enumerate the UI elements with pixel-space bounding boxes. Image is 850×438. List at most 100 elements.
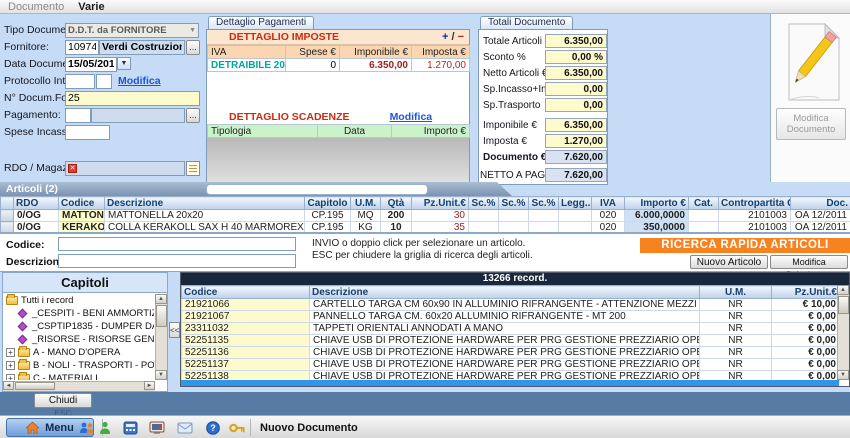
codice-input[interactable] bbox=[58, 237, 296, 251]
scroll-thumb[interactable] bbox=[156, 305, 167, 327]
scadenze-col-importo[interactable]: Importo € bbox=[391, 124, 470, 138]
protocollo-modifica-link[interactable]: Modifica bbox=[118, 75, 161, 87]
scroll-left-icon[interactable]: ◄ bbox=[3, 381, 14, 390]
rec-col-um[interactable]: U.M. bbox=[699, 285, 772, 299]
monitor-icon[interactable] bbox=[148, 419, 165, 436]
col-legg[interactable]: Legg... bbox=[558, 196, 592, 210]
records-vertical-scrollbar[interactable]: ▲ ▼ bbox=[837, 285, 849, 380]
row-selector[interactable] bbox=[0, 209, 14, 222]
record-row[interactable]: 21921067 PANNELLO TARGA CM. 60x20 ALLUMI… bbox=[181, 310, 840, 323]
col-iva[interactable]: IVA bbox=[591, 196, 625, 210]
modifica-documento-button[interactable]: Modifica Documento bbox=[776, 108, 846, 140]
tree-item-cespiti[interactable]: _CESPITI - BENI AMMORTIZZABILI bbox=[4, 307, 154, 320]
record-row[interactable]: 23311032 TAPPETI ORIENTALI ANNODATI A MA… bbox=[181, 322, 840, 335]
tree-item-noli[interactable]: + B - NOLI - TRASPORTI - PONTEGGI bbox=[4, 359, 154, 372]
rdo-field[interactable]: ✕ bbox=[65, 160, 185, 176]
col-capitolo[interactable]: Capitolo bbox=[304, 196, 351, 210]
col-descrizione[interactable]: Descrizione bbox=[104, 196, 305, 210]
add-row-icon[interactable]: + bbox=[442, 31, 448, 43]
col-contropartita[interactable]: Contropartita C bbox=[718, 196, 791, 210]
scroll-down-icon[interactable]: ▼ bbox=[155, 370, 167, 380]
tab-totali-documento[interactable]: Totali Documento bbox=[480, 16, 574, 29]
data-dropdown-button[interactable]: ▼ bbox=[117, 57, 131, 70]
capitoli-panel: Capitoli Tutti i record _CESPITI - BENI … bbox=[2, 272, 168, 392]
record-row[interactable]: 52251135 CHIAVE USB DI PROTEZIONE HARDWA… bbox=[181, 334, 840, 347]
spese-incasso-field[interactable] bbox=[65, 124, 110, 140]
col-sc2[interactable]: Sc.% bbox=[498, 196, 529, 210]
users-icon[interactable] bbox=[78, 419, 95, 436]
pagamento-code-field[interactable] bbox=[65, 107, 91, 123]
record-row[interactable]: 52251137 CHIAVE USB DI PROTEZIONE HARDWA… bbox=[181, 358, 840, 371]
rec-col-codice[interactable]: Codice bbox=[181, 285, 310, 299]
scadenze-col-tipologia[interactable]: Tipologia bbox=[207, 124, 318, 138]
scroll-right-icon[interactable]: ► bbox=[144, 381, 155, 390]
menu-varie[interactable]: Varie bbox=[78, 1, 104, 13]
tree-item-mano-dopera[interactable]: + A - MANO D'OPERA bbox=[4, 346, 154, 359]
tree-item-root[interactable]: Tutti i record bbox=[4, 294, 154, 307]
imposte-col-imposta[interactable]: Imposta € bbox=[411, 45, 470, 59]
protocollo-field-2[interactable] bbox=[96, 73, 112, 89]
tipo-documento-select[interactable]: D.D.T. da FORNITORE ▼ bbox=[65, 22, 199, 38]
pagamento-desc-field[interactable] bbox=[91, 107, 185, 123]
col-um[interactable]: U.M. bbox=[350, 196, 381, 210]
scadenze-modifica-link[interactable]: Modifica bbox=[390, 111, 433, 123]
imposte-row[interactable]: DETRAIBILE 20% 0 6.350,00 1.270,00 bbox=[207, 58, 470, 72]
rec-col-descrizione[interactable]: Descrizione bbox=[309, 285, 700, 299]
data-documento-field[interactable] bbox=[65, 56, 117, 72]
rdo-list-button[interactable] bbox=[186, 160, 200, 176]
fornitore-browse-button[interactable]: ... bbox=[186, 39, 200, 55]
chiudi-button[interactable]: Chiudi bbox=[34, 393, 92, 408]
descrizione-input[interactable] bbox=[58, 254, 296, 268]
modifica-selezionato-button[interactable]: Modifica Selezionato bbox=[770, 255, 848, 280]
tree-vertical-scrollbar[interactable]: ▲ ▼ bbox=[155, 294, 167, 380]
imposte-col-iva[interactable]: IVA bbox=[207, 45, 286, 59]
col-pzunit[interactable]: Pz.Unit.€ bbox=[411, 196, 469, 210]
tree-item-materiali[interactable]: + C - MATERIALI bbox=[4, 372, 154, 380]
user-icon[interactable] bbox=[96, 419, 113, 436]
key-icon[interactable] bbox=[228, 419, 245, 436]
mail-icon[interactable] bbox=[176, 419, 193, 436]
expand-plus-icon[interactable]: + bbox=[6, 361, 15, 370]
col-qta[interactable]: Qtà bbox=[380, 196, 412, 210]
col-sc3[interactable]: Sc.% bbox=[528, 196, 559, 210]
protocollo-field-1[interactable] bbox=[65, 73, 95, 89]
scroll-down-icon[interactable]: ▼ bbox=[837, 370, 849, 380]
col-codice[interactable]: Codice bbox=[58, 196, 105, 210]
num-docum-field[interactable] bbox=[65, 90, 200, 106]
sp-incasso-value[interactable]: 0,00 bbox=[545, 82, 607, 96]
col-cat[interactable]: Cat. bbox=[688, 196, 719, 210]
expand-plus-icon[interactable]: + bbox=[6, 348, 15, 357]
fornitore-code-field[interactable] bbox=[65, 39, 99, 55]
scroll-thumb[interactable] bbox=[838, 296, 849, 314]
tab-dettaglio-pagamenti[interactable]: Dettaglio Pagamenti bbox=[208, 16, 315, 29]
imposte-col-imponibile[interactable]: Imponibile € bbox=[339, 45, 412, 59]
imposte-col-spese[interactable]: Spese € bbox=[285, 45, 340, 59]
collapse-tree-button[interactable]: << bbox=[169, 322, 180, 338]
remove-row-icon[interactable]: − bbox=[458, 31, 464, 43]
rec-col-pzunit[interactable]: Pz.Unit.€ bbox=[771, 285, 840, 299]
fornitore-name-field[interactable] bbox=[99, 39, 185, 55]
articoli-row-1[interactable]: 0/OG MATTON MATTONELLA 20x20 CP.195 MQ 2… bbox=[0, 209, 850, 222]
scroll-up-icon[interactable]: ▲ bbox=[837, 285, 849, 295]
tree-item-csptip1835[interactable]: _CSPTIP1835 - DUMPER DA CAVA bbox=[4, 320, 154, 333]
nuovo-articolo-button[interactable]: Nuovo Articolo bbox=[690, 255, 768, 269]
calculator-icon[interactable] bbox=[122, 419, 139, 436]
scadenze-col-data[interactable]: Data bbox=[317, 124, 392, 138]
col-importo[interactable]: Importo € bbox=[624, 196, 689, 210]
col-doc[interactable]: Doc. bbox=[790, 196, 850, 210]
tree-item-risorse[interactable]: _RISORSE - RISORSE GENERICHE bbox=[4, 333, 154, 346]
pagamento-browse-button[interactable]: ... bbox=[186, 107, 200, 123]
clear-x-icon[interactable]: ✕ bbox=[68, 163, 77, 173]
sconto-value[interactable]: 0,00 % bbox=[545, 50, 607, 64]
scroll-up-icon[interactable]: ▲ bbox=[155, 294, 167, 304]
sp-trasporto-value[interactable]: 0,00 bbox=[545, 98, 607, 112]
menu-documento[interactable]: Documento bbox=[8, 1, 64, 13]
col-sc1[interactable]: Sc.% bbox=[468, 196, 499, 210]
scroll-thumb[interactable] bbox=[15, 382, 55, 390]
expand-plus-icon[interactable]: + bbox=[6, 374, 15, 380]
record-row[interactable]: 21921066 CARTELLO TARGA CM 60x90 IN ALLU… bbox=[181, 298, 840, 311]
record-row[interactable]: 52251136 CHIAVE USB DI PROTEZIONE HARDWA… bbox=[181, 346, 840, 359]
col-rdo[interactable]: RDO bbox=[13, 196, 59, 210]
help-icon[interactable]: ? bbox=[204, 419, 221, 436]
tree-horizontal-scrollbar[interactable]: ◄ ► bbox=[3, 381, 155, 391]
